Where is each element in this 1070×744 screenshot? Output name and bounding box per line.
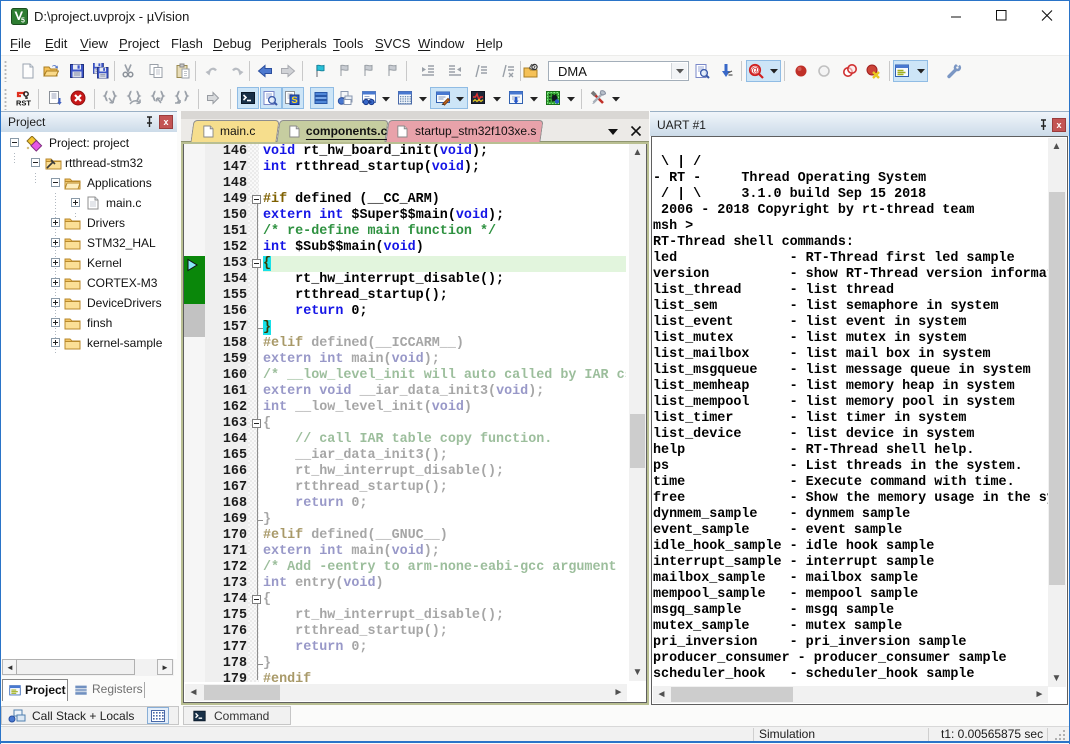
svg-text:@: @ bbox=[751, 65, 760, 75]
svg-text:5: 5 bbox=[21, 18, 25, 25]
svg-text:S: S bbox=[291, 95, 297, 106]
svg-text:RST: RST bbox=[16, 99, 31, 107]
